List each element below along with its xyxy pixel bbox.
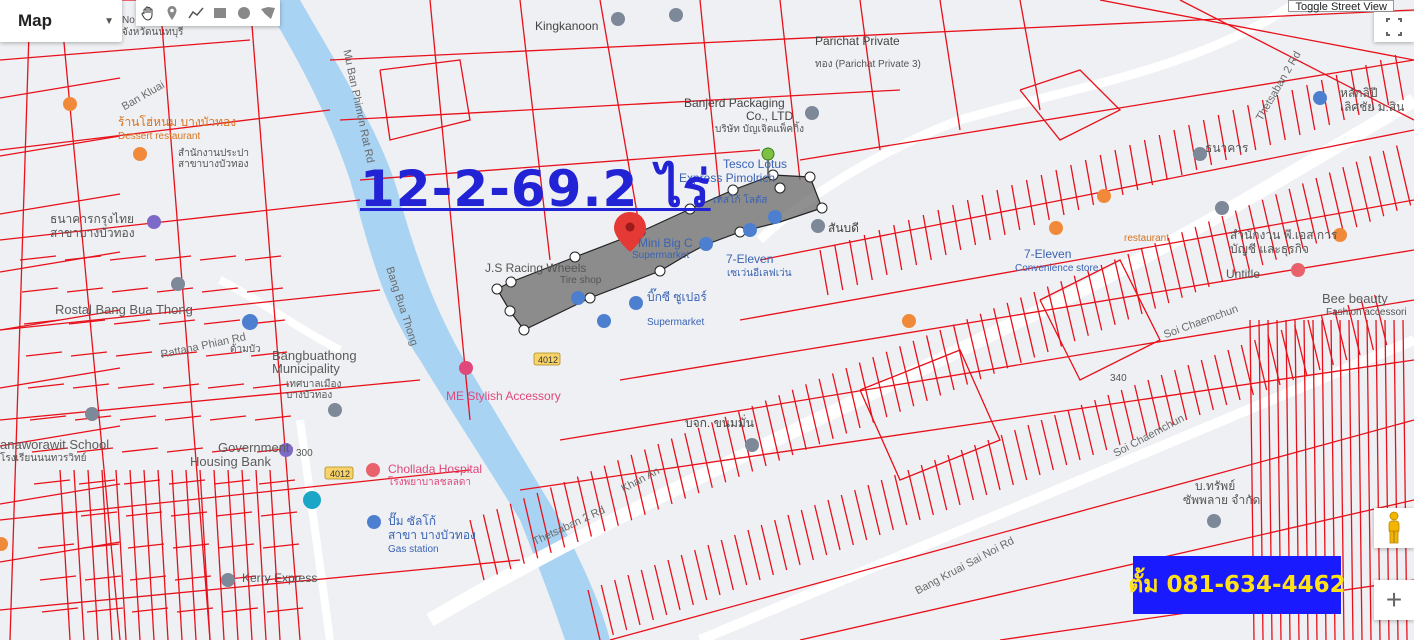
label-7-eleven-2: 7-Eleven — [1024, 247, 1072, 261]
pegman-button[interactable] — [1374, 508, 1414, 548]
label-municipality-2: Municipality — [272, 361, 340, 376]
label-dessert-th: ร้านโฮ่หนม บางบัวทอง — [118, 115, 237, 129]
rectangle-icon[interactable] — [208, 0, 232, 26]
polygon-icon[interactable] — [256, 0, 280, 26]
label-restaurant: restaurant — [1124, 233, 1170, 244]
polyline-icon[interactable] — [184, 0, 208, 26]
label-parichat: Parichat Private — [815, 34, 900, 48]
label-banjerd-2: Co., LTD — [746, 109, 794, 123]
label-hospital: Chollada Hospital — [388, 462, 483, 476]
contact-phone-banner: ตั้ม 081-634-4462 — [1128, 556, 1346, 614]
label-sanbadi: สันบดี — [828, 221, 859, 235]
map-type-label: Map — [18, 11, 52, 30]
label-tire-shop: Tire shop — [560, 275, 602, 286]
label-banjerd-th: บริษัท บัญเจิดแพ็คกิ้ง — [715, 124, 804, 135]
land-area-label: 12-2-69.2 ไร่ — [360, 160, 711, 218]
label-gas-en: Gas station — [388, 544, 439, 555]
toggle-street-view-button[interactable]: Toggle Street View — [1288, 0, 1394, 13]
label-stylish: ME Stylish Accessory — [446, 389, 561, 403]
label-bangkok-th: ธนาคาร — [1205, 141, 1249, 155]
label-supermarket-th: บิ๊กซี ซูเปอร์ — [647, 290, 707, 304]
label-bank-th-2: สาขาบางบัวทอง — [50, 226, 135, 240]
map-type-dropdown[interactable]: Map ▼ — [0, 0, 122, 42]
label-parichat-sub: ทอง (Parichat Private 3) — [815, 59, 921, 70]
label-dum: ด้ามบัว — [230, 344, 261, 355]
label-road-4012: 4012 — [538, 355, 559, 365]
label-hospital-th: โรงพยาบาลชลลดา — [388, 477, 471, 488]
fullscreen-icon — [1386, 18, 1402, 36]
label-supermarket: Supermarket — [632, 250, 690, 261]
label-bank-th: ธนาคารกรุงไทย — [50, 212, 135, 226]
label-convenience: Convenience store — [1015, 263, 1099, 274]
label-nonthaburi: จังหวัดนนทบุรี — [122, 27, 184, 38]
label-school: anaworawit School — [0, 437, 110, 452]
label-school-th: โรงเรียนนนทวรวิทย์ — [0, 453, 87, 464]
label-housing: Government — [218, 440, 290, 455]
label-thaigas-2: ซัพพลาย จำกัด — [1183, 493, 1261, 507]
label-accountant-th: สำนักงาน พี.เอส.การ — [1230, 228, 1338, 242]
label-lotus-right-2: เลิศชัย ม.สิน — [1340, 100, 1405, 114]
label-lotus-right: หลักลิปี — [1340, 86, 1378, 100]
map-canvas[interactable]: Kingkanoon Parichat Private ทอง (Paricha… — [0, 0, 1414, 640]
chevron-down-icon: ▼ — [104, 16, 114, 27]
label-housing-2: Housing Bank — [190, 454, 271, 469]
label-kerry: Kerry Express — [242, 571, 318, 585]
label-p340: 340 — [1110, 373, 1127, 384]
label-gas-th-2: สาขา บางบัวทอง — [388, 528, 476, 542]
drawing-toolbar — [136, 0, 280, 26]
hand-icon[interactable] — [136, 0, 160, 26]
label-gas-th: ปั๊ม ซัลโก้ — [388, 514, 437, 528]
marker-icon[interactable] — [160, 0, 184, 26]
label-road-4012b: 4012 — [330, 469, 351, 479]
label-municipality-th-2: บางบัวทอง — [286, 390, 333, 401]
label-bangplop: บจก. ขนมมั่น — [685, 416, 755, 430]
label-untitle: Untitle — [1226, 267, 1261, 281]
label-tesco: Tesco Lotus — [723, 157, 788, 171]
label-7-eleven: 7-Eleven — [726, 252, 774, 266]
label-office-th-2: สาขาบางบัวทอง — [178, 159, 249, 170]
label-p300: 300 — [296, 448, 313, 459]
label-bee-2: Fashion accessori — [1326, 307, 1407, 318]
label-dessert-en: Dessert restaurant — [118, 131, 201, 142]
label-kingkanoon: Kingkanoon — [535, 19, 599, 33]
label-supermarket-en: Supermarket — [647, 317, 705, 328]
label-tesco-th: เทสโก้ โลตัส — [713, 195, 768, 206]
zoom-in-button[interactable]: + — [1374, 580, 1414, 620]
label-nonthaburi-top: No — [122, 15, 135, 26]
label-bee: Bee beauty — [1322, 291, 1388, 306]
label-rostal: Rostal Bang Bua Thong — [55, 302, 193, 317]
fullscreen-button[interactable] — [1374, 12, 1414, 42]
label-thaigas: บ.ทรัพย์ — [1195, 479, 1236, 493]
circle-icon[interactable] — [232, 0, 256, 26]
label-7-eleven-th: เซเว่นอีเลฟเว่น — [727, 268, 792, 279]
label-accountant-th-2: บัญชี และธุรกิจ — [1230, 242, 1309, 256]
pegman-icon — [1388, 511, 1400, 544]
